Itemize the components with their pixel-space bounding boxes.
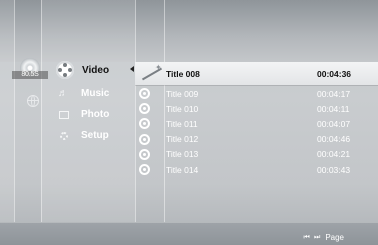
title-duration: 00:04:07 (317, 118, 351, 129)
music-note-icon: ♬ (58, 87, 68, 99)
media-browser-screen: 80.5S Video ♬ Music Photo Setup ✦ Title … (0, 0, 378, 245)
page-label: Page (325, 233, 344, 242)
title-row[interactable]: Title 010 00:04:11 (139, 101, 375, 116)
title-row[interactable]: Title 014 00:03:43 (139, 162, 375, 177)
title-row[interactable]: Title 008 00:04:36 (139, 62, 375, 86)
title-duration: 00:03:43 (317, 164, 351, 175)
film-icon (139, 103, 150, 115)
menu-item-photo[interactable]: Photo (56, 104, 136, 125)
column-shade (0, 0, 14, 223)
film-icon (139, 118, 150, 130)
title-duration: 00:04:36 (317, 69, 352, 79)
menu-item-label: Music (81, 88, 110, 99)
title-name: Title 012 (166, 134, 199, 145)
globe-icon[interactable] (27, 95, 39, 107)
menu-item-label: Photo (81, 109, 110, 120)
menu-item-video[interactable]: Video (56, 57, 136, 83)
title-name: Title 014 (166, 164, 199, 175)
title-name: Title 009 (166, 88, 199, 99)
title-name: Title 011 (166, 118, 198, 129)
film-icon (139, 164, 150, 176)
title-duration: 00:04:46 (317, 134, 351, 145)
page-hint: ⏮ ⏭ Page (303, 233, 344, 242)
title-row[interactable]: Title 013 00:04:21 (139, 147, 375, 162)
film-icon (139, 148, 150, 160)
menu-item-label: Setup (81, 130, 109, 141)
title-list: Title 008 00:04:36 Title 009 00:04:17 Ti… (139, 62, 375, 177)
disc-label: 80.5S (12, 71, 48, 79)
film-reel-icon (56, 61, 76, 79)
film-icon (139, 88, 150, 100)
skip-icon: ⏮ ⏭ (303, 233, 322, 241)
photo-icon (58, 109, 71, 121)
title-duration: 00:04:11 (317, 103, 350, 114)
title-row[interactable]: Title 011 00:04:07 (139, 116, 375, 131)
title-name: Title 008 (166, 69, 200, 79)
selected-marker-icon (139, 69, 163, 80)
title-row[interactable]: Title 012 00:04:46 (139, 132, 375, 147)
menu-item-music[interactable]: ♬ Music (56, 83, 136, 104)
title-name: Title 013 (166, 149, 199, 160)
title-duration: 00:04:21 (317, 149, 351, 160)
title-row[interactable]: Title 009 00:04:17 (139, 86, 375, 101)
gear-icon (58, 130, 71, 142)
menu-item-label: Video (82, 64, 110, 76)
arrow-left-icon (130, 66, 134, 72)
title-duration: 00:04:17 (317, 88, 351, 99)
column-divider (14, 0, 15, 223)
menu-item-setup[interactable]: Setup (56, 125, 136, 146)
title-name: Title 010 (166, 103, 199, 114)
film-icon (139, 133, 150, 145)
category-menu: Video ♬ Music Photo Setup (56, 57, 136, 146)
